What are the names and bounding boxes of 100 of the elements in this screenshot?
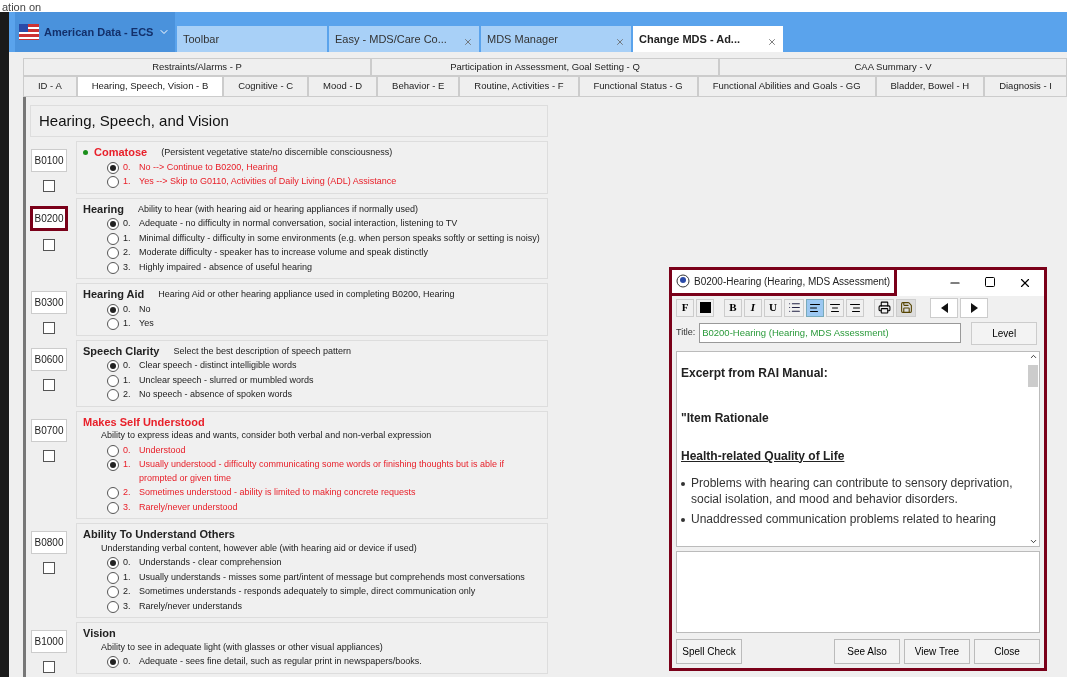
scroll-thumb[interactable]: [1028, 364, 1038, 387]
color-button[interactable]: [696, 298, 714, 317]
radio-button[interactable]: [107, 318, 119, 330]
document-tab[interactable]: Easy - MDS/Care Co...: [329, 26, 479, 52]
radio-button[interactable]: [107, 176, 119, 188]
align-center-button[interactable]: [826, 298, 844, 317]
dialog-button[interactable]: See Also: [834, 638, 900, 664]
item-code: B0800: [30, 531, 68, 554]
radio-button[interactable]: [107, 487, 119, 499]
section-tab[interactable]: Cognitive - C: [223, 76, 309, 97]
notes-field[interactable]: [676, 550, 1040, 633]
option-label: Adequate - no difficulty in normal conversation, social interaction, listening to TV: [139, 217, 458, 230]
dialog-button[interactable]: Close: [974, 638, 1040, 664]
checkbox[interactable]: [43, 378, 55, 391]
item-title: Hearing Aid: [83, 288, 145, 302]
radio-button[interactable]: [107, 161, 119, 174]
document-tab[interactable]: MDS Manager: [481, 26, 631, 52]
section-tab[interactable]: Restraints/Alarms - P: [23, 58, 371, 77]
align-center-icon: [829, 301, 841, 314]
radio-button[interactable]: [107, 374, 119, 387]
rationale-heading: "Item Rationale: [681, 409, 770, 427]
option-number: 0.: [123, 359, 132, 372]
align-left-icon: [809, 301, 821, 314]
section-tab[interactable]: ID - A: [23, 76, 77, 97]
option-label: Rarely/never understands: [139, 599, 243, 613]
radio-button[interactable]: [107, 218, 119, 230]
radio-button[interactable]: [107, 232, 119, 245]
bullet-icon: [681, 481, 685, 486]
option-number: 1.: [123, 317, 132, 330]
radio-button[interactable]: [107, 360, 119, 372]
dialog-button[interactable]: View Tree: [904, 638, 970, 664]
item-code: B0300: [30, 291, 68, 314]
option-number: 0.: [123, 302, 132, 316]
radio-button[interactable]: [107, 501, 119, 514]
radio-button[interactable]: [107, 444, 119, 457]
printer-icon: [877, 301, 891, 314]
checkbox[interactable]: [43, 180, 55, 192]
checkbox[interactable]: [43, 449, 55, 462]
radio-button[interactable]: [107, 600, 119, 613]
align-left-button[interactable]: [806, 298, 824, 317]
option-number: 3.: [123, 500, 132, 514]
section-tab[interactable]: Behavior - E: [377, 76, 460, 97]
document-text: ation on: [2, 1, 42, 13]
radio-button[interactable]: [107, 261, 119, 274]
checkbox[interactable]: [43, 238, 55, 251]
section-tab[interactable]: Hearing, Speech, Vision - B: [76, 76, 224, 97]
section-tab[interactable]: Participation in Assessment, Goal Setting - Q: [371, 58, 719, 77]
section-tab[interactable]: Mood - D: [308, 76, 378, 97]
dialog-button[interactable]: Spell Check: [676, 638, 742, 664]
radio-button[interactable]: [107, 557, 119, 569]
title-field[interactable]: B0200-Hearing (Hearing, MDS Assessment): [699, 322, 962, 344]
list-button[interactable]: [784, 298, 804, 317]
align-right-button[interactable]: [846, 298, 864, 317]
checkbox[interactable]: [43, 661, 55, 673]
radio-button[interactable]: [107, 571, 119, 584]
option-number: 1.: [123, 231, 132, 245]
checkbox[interactable]: [43, 562, 55, 574]
bullet-text: Problems with hearing can contribute to sensory deprivation, social isolation, and mood and behavior disorders.: [691, 474, 1014, 507]
document-tab[interactable]: Toolbar: [177, 26, 327, 52]
option-label: Usually understands - misses some part/intent of message but comprehends most conversations: [139, 570, 525, 584]
option-label: Rarely/never understood: [139, 500, 238, 514]
radio-button[interactable]: [107, 303, 119, 316]
radio-button[interactable]: [107, 656, 119, 668]
section-tab[interactable]: Functional Status - G: [578, 76, 698, 97]
radio-button[interactable]: [107, 389, 119, 401]
section-tab[interactable]: CAA Summary - V: [719, 58, 1067, 77]
item-description: Hearing Aid or other hearing appliance used in completing B0200, Hearing: [158, 288, 455, 301]
section-title: Health-related Quality of Life: [681, 447, 846, 465]
bold-button[interactable]: B: [724, 298, 742, 317]
flag-icon: [19, 24, 39, 40]
section-tab[interactable]: Diagnosis - I: [984, 76, 1067, 97]
option-number: 0.: [123, 655, 132, 668]
item-code: B0700: [30, 418, 68, 442]
document-tab[interactable]: Change MDS - Ad...: [633, 26, 783, 52]
italic-button[interactable]: I: [744, 298, 762, 317]
save-button[interactable]: [896, 298, 916, 317]
option-number: 3.: [123, 260, 132, 274]
section-tab[interactable]: Functional Abilities and Goals - GG: [697, 76, 876, 97]
scrollbar[interactable]: [1027, 351, 1039, 546]
option-number: 1.: [123, 373, 132, 387]
section-tab[interactable]: Routine, Activities - F: [459, 76, 579, 97]
left-triangle-icon: [940, 302, 948, 313]
app-menu-button[interactable]: American Data - ECS: [15, 12, 175, 52]
print-button[interactable]: [874, 298, 894, 317]
previous-button[interactable]: [930, 297, 958, 318]
next-button[interactable]: [960, 297, 988, 318]
section-tab[interactable]: Bladder, Bowel - H: [875, 76, 985, 97]
radio-button[interactable]: [107, 459, 119, 471]
option-number: 1.: [123, 175, 132, 188]
item-description: Ability to express ideas and wants, consider both verbal and non-verbal expression: [101, 429, 433, 442]
option-label: Sometimes understood - ability is limited to making concrete requests: [139, 486, 416, 499]
checkbox[interactable]: [43, 322, 55, 334]
option-label: Understands - clear comprehension: [139, 556, 282, 569]
maximize-icon[interactable]: [984, 275, 996, 288]
radio-button[interactable]: [107, 586, 119, 598]
radio-button[interactable]: [107, 247, 119, 259]
underline-button[interactable]: U: [764, 298, 782, 317]
font-button[interactable]: F: [676, 298, 694, 317]
level-button[interactable]: Level: [971, 321, 1038, 345]
option-label: No --> Continue to B0200, Hearing: [139, 160, 278, 174]
